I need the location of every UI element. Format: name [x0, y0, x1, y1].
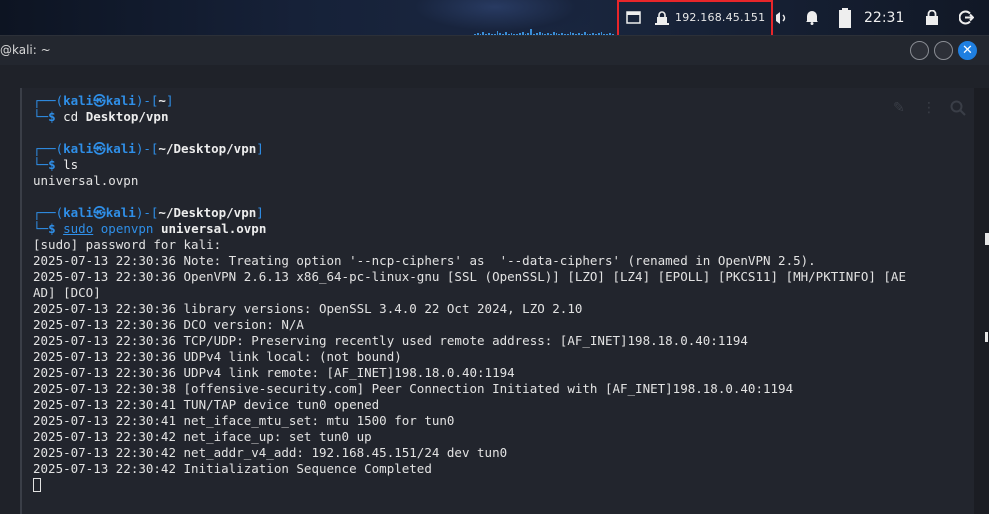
prompt-frame: └─	[33, 109, 49, 124]
minimize-button[interactable]	[910, 41, 929, 60]
output-line: [sudo] password for kali:	[33, 237, 222, 252]
terminal-cursor	[33, 478, 41, 492]
command-text	[153, 221, 161, 236]
output-line: universal.ovpn	[33, 173, 139, 188]
command-text: openvpn	[100, 221, 154, 236]
close-icon: ✕	[962, 43, 973, 58]
prompt-path: ~/Desktop/vpn	[158, 205, 257, 220]
cpu-usage-graph	[474, 18, 614, 35]
clock[interactable]: 22:31	[864, 0, 904, 35]
command-text	[93, 221, 101, 236]
volume-icon[interactable]	[776, 0, 788, 35]
logout-icon[interactable]	[959, 0, 974, 35]
lock-screen-icon[interactable]	[925, 0, 939, 35]
output-line: 2025-07-13 22:30:36 OpenVPN 2.6.13 x86_6…	[33, 269, 906, 284]
command-text: ls	[63, 157, 79, 172]
output-line: 2025-07-13 22:30:36 DCO version: N/A	[33, 317, 304, 332]
cursor-line	[33, 477, 973, 493]
command-text: universal.ovpn	[160, 221, 267, 236]
terminal-scrollbar[interactable]	[974, 88, 989, 514]
command-text: cd	[63, 109, 86, 124]
prompt-frame: ]	[165, 93, 174, 108]
prompt-frame: )-[	[135, 93, 159, 108]
prompt-frame: ┌──(	[33, 205, 64, 220]
prompt-host: kali	[105, 141, 136, 156]
edge-fragment	[985, 233, 989, 245]
prompt-user: kali	[63, 141, 94, 156]
battery-icon[interactable]	[838, 0, 852, 35]
desktop-screen: 192.168.45.151 22:31 @kali: ~ ✕ ✎ ⋮ ┌──(…	[0, 0, 989, 514]
prompt-at: ㉿	[93, 141, 106, 156]
prompt-dollar: $	[48, 157, 64, 172]
window-titlebar[interactable]: @kali: ~	[0, 35, 989, 65]
output-line: 2025-07-13 22:30:36 Note: Treating optio…	[33, 253, 816, 268]
close-button[interactable]: ✕	[958, 41, 977, 60]
output-line: 2025-07-13 22:30:38 [offensive-security.…	[33, 381, 794, 396]
output-line: 2025-07-13 22:30:36 TCP/UDP: Preserving …	[33, 333, 748, 348]
prompt-frame: ┌──(	[33, 93, 64, 108]
output-line: 2025-07-13 22:30:41 net_iface_mtu_set: m…	[33, 413, 455, 428]
output-line: 2025-07-13 22:30:36 UDPv4 link remote: […	[33, 365, 515, 380]
prompt-user: kali	[63, 205, 94, 220]
prompt-user: kali	[63, 93, 94, 108]
prompt-line: ┌──(kali㉿kali)-[~]	[33, 93, 973, 109]
output-line: 2025-07-13 22:30:42 Initialization Seque…	[33, 461, 432, 476]
output-line: 2025-07-13 22:30:41 TUN/TAP device tun0 …	[33, 397, 380, 412]
notification-bell-icon[interactable]	[805, 0, 819, 35]
prompt-at: ㉿	[93, 93, 106, 108]
command-line: └─$ sudo openvpn universal.ovpn	[33, 221, 973, 237]
prompt-frame: ]	[256, 205, 264, 220]
prompt-frame: └─	[33, 221, 49, 236]
prompt-frame: ┌──(	[33, 141, 64, 156]
prompt-frame: )-[	[135, 141, 159, 156]
output-line: 2025-07-13 22:30:42 net_iface_up: set tu…	[33, 429, 372, 444]
output-line: 2025-07-13 22:30:42 net_addr_v4_add: 192…	[33, 445, 508, 460]
prompt-host: kali	[105, 205, 136, 220]
prompt-dollar: $	[48, 109, 64, 124]
prompt-line: ┌──(kali㉿kali)-[~/Desktop/vpn]	[33, 141, 973, 157]
prompt-frame: )-[	[135, 205, 159, 220]
edge-fragment	[985, 332, 988, 342]
prompt-host: kali	[105, 93, 136, 108]
command-text: sudo	[63, 221, 94, 236]
command-line: └─$ cd Desktop/vpn	[33, 109, 973, 125]
output-line: AD] [DCO]	[33, 285, 101, 300]
terminal-output: ┌──(kali㉿kali)-[~] └─$ cd Desktop/vpn ┌──(…	[33, 93, 973, 493]
prompt-dollar: $	[48, 221, 64, 236]
prompt-line: ┌──(kali㉿kali)-[~/Desktop/vpn]	[33, 205, 973, 221]
command-line: └─$ ls	[33, 157, 973, 173]
maximize-button[interactable]	[934, 41, 953, 60]
prompt-at: ㉿	[93, 205, 106, 220]
prompt-frame: └─	[33, 157, 49, 172]
prompt-frame: ]	[256, 141, 264, 156]
prompt-path: ~	[158, 93, 166, 108]
output-line: 2025-07-13 22:30:36 UDPv4 link local: (n…	[33, 349, 402, 364]
command-text: Desktop/vpn	[85, 109, 169, 124]
prompt-path: ~/Desktop/vpn	[158, 141, 257, 156]
output-line: 2025-07-13 22:30:36 library versions: Op…	[33, 301, 583, 316]
window-title: @kali: ~	[0, 43, 51, 57]
